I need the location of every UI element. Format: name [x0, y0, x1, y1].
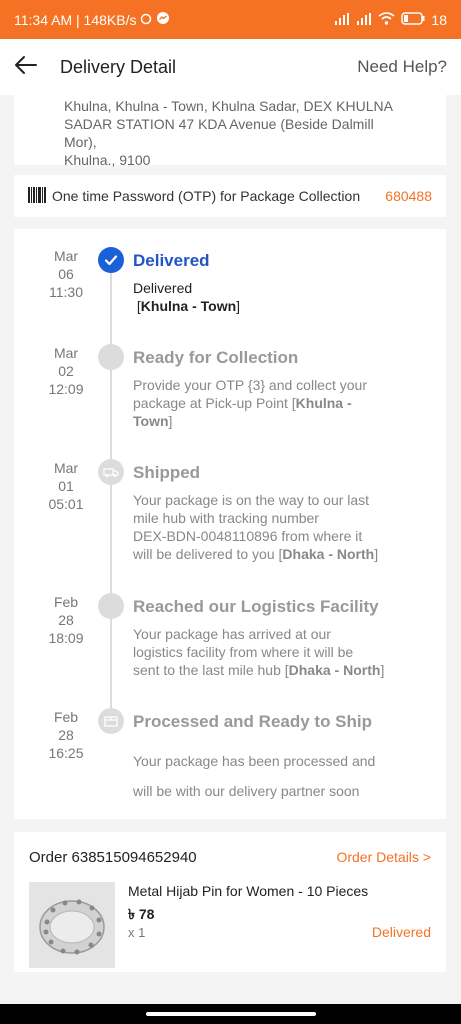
otp-code: 680488	[385, 188, 432, 204]
event-date: Mar 06 11:30	[36, 247, 96, 301]
event-title: Ready for Collection	[133, 348, 299, 367]
event-date: Feb 28 18:09	[36, 593, 96, 647]
event-location: Town	[133, 413, 169, 429]
event-description: Your package has arrived at our logistic…	[133, 625, 413, 679]
event-title: Processed and Ready to Ship	[133, 712, 373, 731]
event-title: Delivered	[133, 251, 210, 270]
event-desc-line: DEX-BDN-0048110896 from where it	[133, 528, 363, 544]
back-arrow-icon[interactable]	[14, 55, 38, 80]
order-card: Order 638515094652940 Order Details > Me…	[14, 832, 446, 972]
event-description: Your package has been processed and will…	[133, 746, 413, 806]
event-day: 06	[58, 266, 74, 282]
battery-level: 18	[431, 11, 447, 28]
address-line-2: SADAR STATION 47 KDA Avenue (Beside Dalm…	[64, 116, 374, 150]
product-name[interactable]: Metal Hijab Pin for Women - 10 Pieces	[128, 883, 368, 899]
package-icon	[98, 708, 124, 734]
address-card: Khulna, Khulna - Town, Khulna Sadar, DEX…	[14, 95, 446, 168]
data-saver-icon	[140, 12, 152, 28]
event-location: Khulna - Town	[140, 298, 237, 314]
order-details-link[interactable]: Order Details >	[336, 849, 431, 865]
event-month: Feb	[53, 594, 79, 610]
address-line-3: Khulna., 9100	[64, 152, 151, 168]
event-desc-line: logistics facility from where it will be	[133, 644, 354, 660]
product-thumbnail[interactable]	[29, 882, 115, 968]
tracking-timeline: Mar 06 11:30 Delivered Delivered [Khulna…	[14, 229, 446, 819]
event-month: Feb	[53, 709, 79, 725]
otp-label: One time Password (OTP) for Package Coll…	[52, 188, 361, 204]
need-help-link[interactable]: Need Help?	[357, 57, 447, 77]
event-desc-line: Delivered	[133, 280, 193, 296]
event-month: Mar	[53, 460, 79, 476]
event-desc-line: Your package has been processed and	[133, 753, 376, 769]
event-desc-line: Your package has arrived at our	[133, 626, 331, 642]
event-date: Feb 28 16:25	[36, 708, 96, 762]
signal-icon	[334, 12, 350, 28]
event-desc-line: Your package is on the way to our last	[133, 492, 370, 508]
pending-dot-icon	[98, 344, 124, 370]
event-location: Dhaka - North	[282, 546, 375, 562]
event-month: Mar	[53, 345, 79, 361]
event-title: Reached our Logistics Facility	[133, 597, 379, 616]
system-nav-bar	[0, 1004, 461, 1024]
event-time: 05:01	[48, 496, 84, 512]
event-time: 18:09	[48, 630, 84, 646]
event-month: Mar	[53, 248, 79, 264]
event-time: 12:09	[48, 381, 84, 397]
order-status: Delivered	[371, 924, 431, 940]
signal-icon-2	[356, 12, 372, 28]
event-day: 02	[58, 363, 74, 379]
address-line-1: Khulna, Khulna - Town, Khulna Sadar, DEX…	[64, 98, 393, 114]
product-price: ৳ 78	[128, 906, 155, 922]
event-description: Your package is on the way to our last m…	[133, 491, 413, 563]
check-icon	[98, 247, 124, 273]
event-desc-line: Provide your OTP {3} and collect your	[133, 377, 367, 393]
status-time-speed: 11:34 AM | 148KB/s	[14, 11, 137, 28]
event-time: 11:30	[49, 284, 83, 300]
messenger-icon	[156, 11, 170, 28]
event-day: 28	[58, 727, 74, 743]
event-desc-line: will be delivered to you [	[133, 546, 283, 562]
event-location: Dhaka - North	[288, 662, 381, 678]
event-day: 01	[58, 478, 74, 494]
app-bar: Delivery Detail Need Help?	[0, 39, 461, 95]
status-bar: 11:34 AM | 148KB/s 18	[0, 0, 461, 39]
event-desc-line: will be with our delivery partner soon	[133, 783, 360, 799]
event-desc-line: package at Pick-up Point [	[133, 395, 296, 411]
event-description: Provide your OTP {3} and collect your pa…	[133, 376, 413, 430]
event-date: Mar 02 12:09	[36, 344, 96, 398]
truck-icon	[98, 459, 124, 485]
event-title: Shipped	[133, 463, 201, 482]
page-title: Delivery Detail	[60, 56, 177, 77]
event-location: Khulna -	[295, 395, 352, 411]
product-quantity: x 1	[128, 925, 146, 940]
home-gesture-handle[interactable]	[146, 1012, 316, 1016]
wifi-icon	[378, 11, 395, 28]
barcode-icon	[28, 186, 46, 206]
pending-dot-icon	[98, 593, 124, 619]
event-date: Mar 01 05:01	[36, 459, 96, 513]
event-time: 16:25	[48, 745, 84, 761]
event-description: Delivered [Khulna - Town]	[133, 279, 413, 315]
order-id: Order 638515094652940	[29, 849, 197, 866]
event-desc-line: sent to the last mile hub [	[133, 662, 289, 678]
event-desc-line: mile hub with tracking number	[133, 510, 319, 526]
otp-card: One time Password (OTP) for Package Coll…	[14, 175, 446, 217]
event-day: 28	[58, 612, 74, 628]
battery-icon	[401, 11, 425, 28]
